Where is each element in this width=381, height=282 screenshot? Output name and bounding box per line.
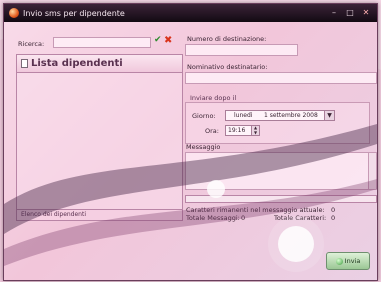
date-picker[interactable]: lunedì 1 settembre 2008 ▼ bbox=[225, 110, 335, 121]
message-textarea[interactable] bbox=[185, 152, 377, 190]
title-bar: Invio sms per dipendente – □ ✕ bbox=[4, 4, 377, 22]
time-input[interactable]: 19:16 ▲ ▼ bbox=[225, 125, 260, 136]
clear-x-icon[interactable]: ✖ bbox=[164, 35, 172, 46]
total-chars-label: Totale Caratteri: bbox=[274, 214, 327, 222]
employee-list-footer: Elenco dei dipendenti bbox=[17, 209, 182, 220]
employee-list-header: Lista dipendenti bbox=[17, 55, 182, 73]
remaining-chars-label: Caratteri rimanenti nel messaggio attual… bbox=[186, 206, 325, 214]
search-input[interactable] bbox=[53, 37, 151, 48]
send-icon bbox=[335, 257, 343, 265]
employee-list-panel[interactable]: Lista dipendenti Elenco dei dipendenti bbox=[16, 54, 183, 221]
message-progress-bar bbox=[185, 195, 377, 203]
total-chars-value: 0 bbox=[331, 214, 336, 222]
message-scrollbar[interactable] bbox=[368, 153, 376, 189]
search-label: Ricerca: bbox=[18, 40, 45, 48]
total-messages-value: 0 bbox=[241, 214, 246, 222]
window-title: Invio sms per dipendente bbox=[23, 8, 125, 18]
document-icon bbox=[21, 59, 28, 68]
time-label: Ora: bbox=[205, 127, 219, 135]
employee-list-title: Lista dipendenti bbox=[31, 58, 123, 69]
close-icon[interactable]: ✕ bbox=[359, 6, 373, 19]
recipient-name-label: Nominativo destinatario: bbox=[187, 63, 268, 71]
time-value: 19:16 bbox=[228, 127, 246, 134]
confirm-check-icon[interactable]: ✔ bbox=[154, 35, 162, 45]
send-button[interactable]: Invia bbox=[326, 252, 370, 270]
recipient-name-input[interactable] bbox=[185, 72, 377, 84]
chevron-down-icon[interactable]: ▼ bbox=[324, 111, 334, 120]
message-label: Messaggio bbox=[186, 143, 221, 151]
app-icon bbox=[9, 8, 19, 18]
day-label: Giorno: bbox=[192, 112, 216, 120]
destination-number-label: Numero di destinazione: bbox=[187, 35, 267, 43]
total-messages-label: Totale Messaggi: bbox=[186, 214, 240, 222]
weekday-value: lunedì bbox=[234, 112, 253, 119]
time-spinner-icon[interactable]: ▲ ▼ bbox=[251, 125, 259, 135]
sms-window: Invio sms per dipendente – □ ✕ Ricerca: … bbox=[3, 3, 378, 281]
send-button-label: Invia bbox=[344, 257, 361, 265]
maximize-icon[interactable]: □ bbox=[343, 6, 357, 19]
schedule-group-title: Inviare dopo il bbox=[190, 94, 237, 102]
destination-number-input[interactable] bbox=[185, 44, 298, 56]
minimize-icon[interactable]: – bbox=[327, 6, 341, 19]
date-value: 1 settembre 2008 bbox=[264, 112, 318, 119]
remaining-chars-value: 0 bbox=[331, 206, 336, 214]
schedule-group: Inviare dopo il bbox=[185, 94, 370, 144]
